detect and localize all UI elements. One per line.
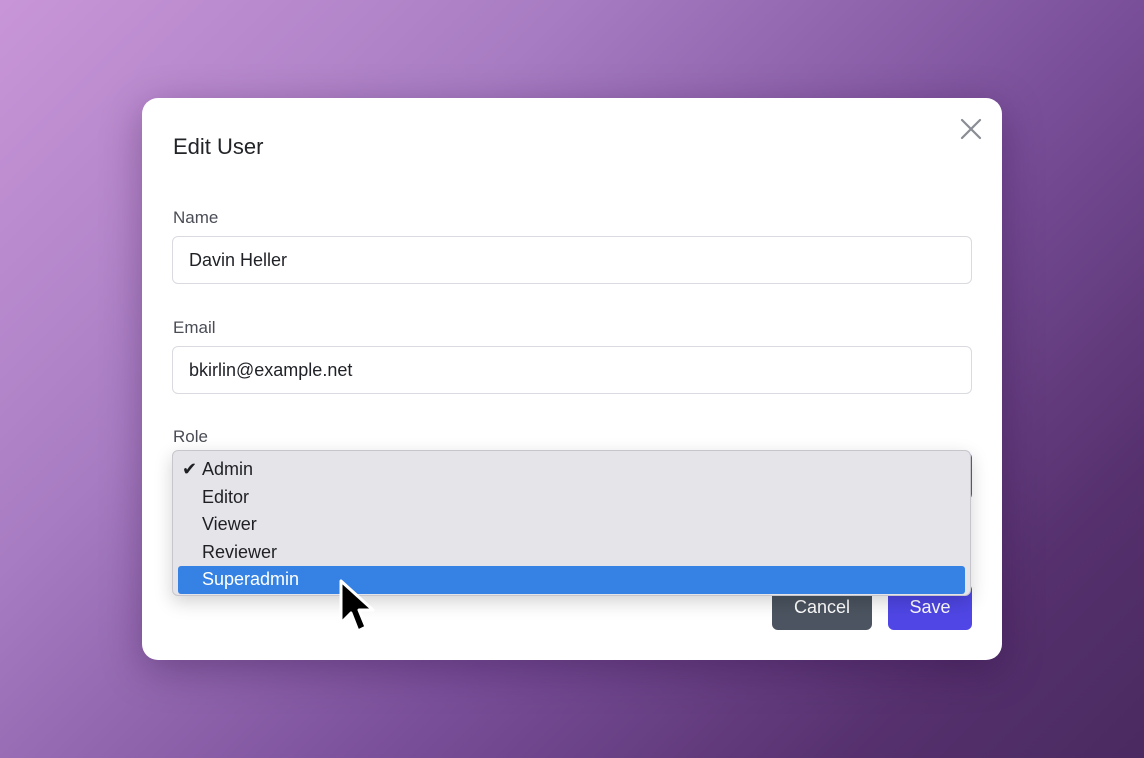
checkmark-icon: ✔ <box>182 459 198 479</box>
role-option-label: Viewer <box>202 514 257 534</box>
role-option-label: Admin <box>202 459 254 479</box>
role-option-admin[interactable]: ✔ Admin <box>178 456 965 484</box>
role-option-label: Reviewer <box>202 541 278 562</box>
role-dropdown-list: ✔ Admin Editor Viewer Reviewer Superadmi… <box>172 450 971 596</box>
role-option-reviewer[interactable]: Reviewer <box>178 539 965 567</box>
role-option-editor[interactable]: Editor <box>178 484 965 512</box>
role-label: Role <box>173 427 208 446</box>
role-option-label: Superadmin <box>202 569 300 589</box>
role-option-viewer[interactable]: Viewer <box>178 511 965 539</box>
mouse-cursor-icon <box>339 579 375 633</box>
role-option-label: Editor <box>202 486 250 507</box>
name-input[interactable] <box>172 236 972 284</box>
email-label: Email <box>173 318 216 337</box>
name-label: Name <box>173 208 219 227</box>
email-input[interactable] <box>172 346 972 394</box>
close-icon <box>960 118 982 140</box>
dialog-title: Edit User <box>173 134 264 159</box>
close-button[interactable] <box>960 118 982 140</box>
role-option-superadmin[interactable]: Superadmin <box>178 566 965 594</box>
